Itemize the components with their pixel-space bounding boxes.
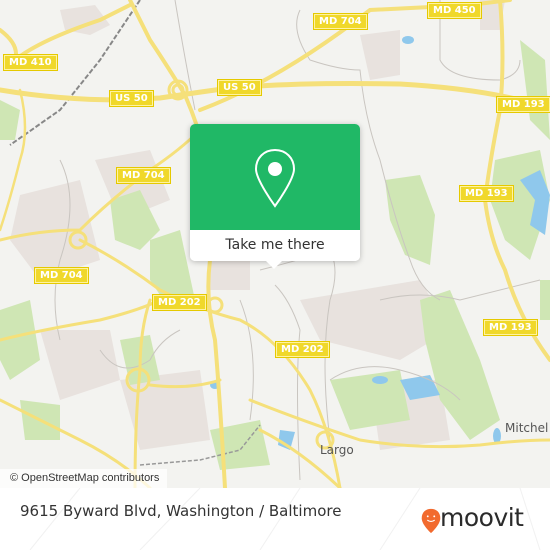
road-shield-us50: US 50 — [109, 90, 154, 107]
place-label-largo: Largo — [320, 443, 354, 457]
road-shield-md193: MD 193 — [459, 185, 514, 202]
road-shield-md410: MD 410 — [3, 54, 58, 71]
road-shield-md704: MD 704 — [34, 267, 89, 284]
road-shield-md704: MD 704 — [313, 13, 368, 30]
take-me-there-button[interactable]: Take me there — [190, 230, 360, 261]
popup-header[interactable] — [190, 124, 360, 230]
moovit-logo-text: moovit — [440, 503, 524, 532]
road-shield-md450: MD 450 — [427, 2, 482, 19]
moovit-logo-icon — [421, 508, 441, 534]
map-attribution[interactable]: © OpenStreetMap contributors — [0, 469, 168, 488]
road-shield-md202: MD 202 — [275, 341, 330, 358]
road-shield-md193: MD 193 — [496, 96, 550, 113]
popup-pointer — [265, 260, 283, 269]
place-label-mitchellville: Mitchel — [505, 421, 549, 435]
address-label: 9615 Byward Blvd, Washington / Baltimore — [20, 502, 342, 520]
map-pin-icon — [254, 148, 296, 208]
road-shield-md202: MD 202 — [152, 294, 207, 311]
location-popup[interactable]: Take me there — [190, 124, 360, 269]
road-shield-md704: MD 704 — [116, 167, 171, 184]
road-shield-md193: MD 193 — [483, 319, 538, 336]
road-shield-us50: US 50 — [217, 79, 262, 96]
